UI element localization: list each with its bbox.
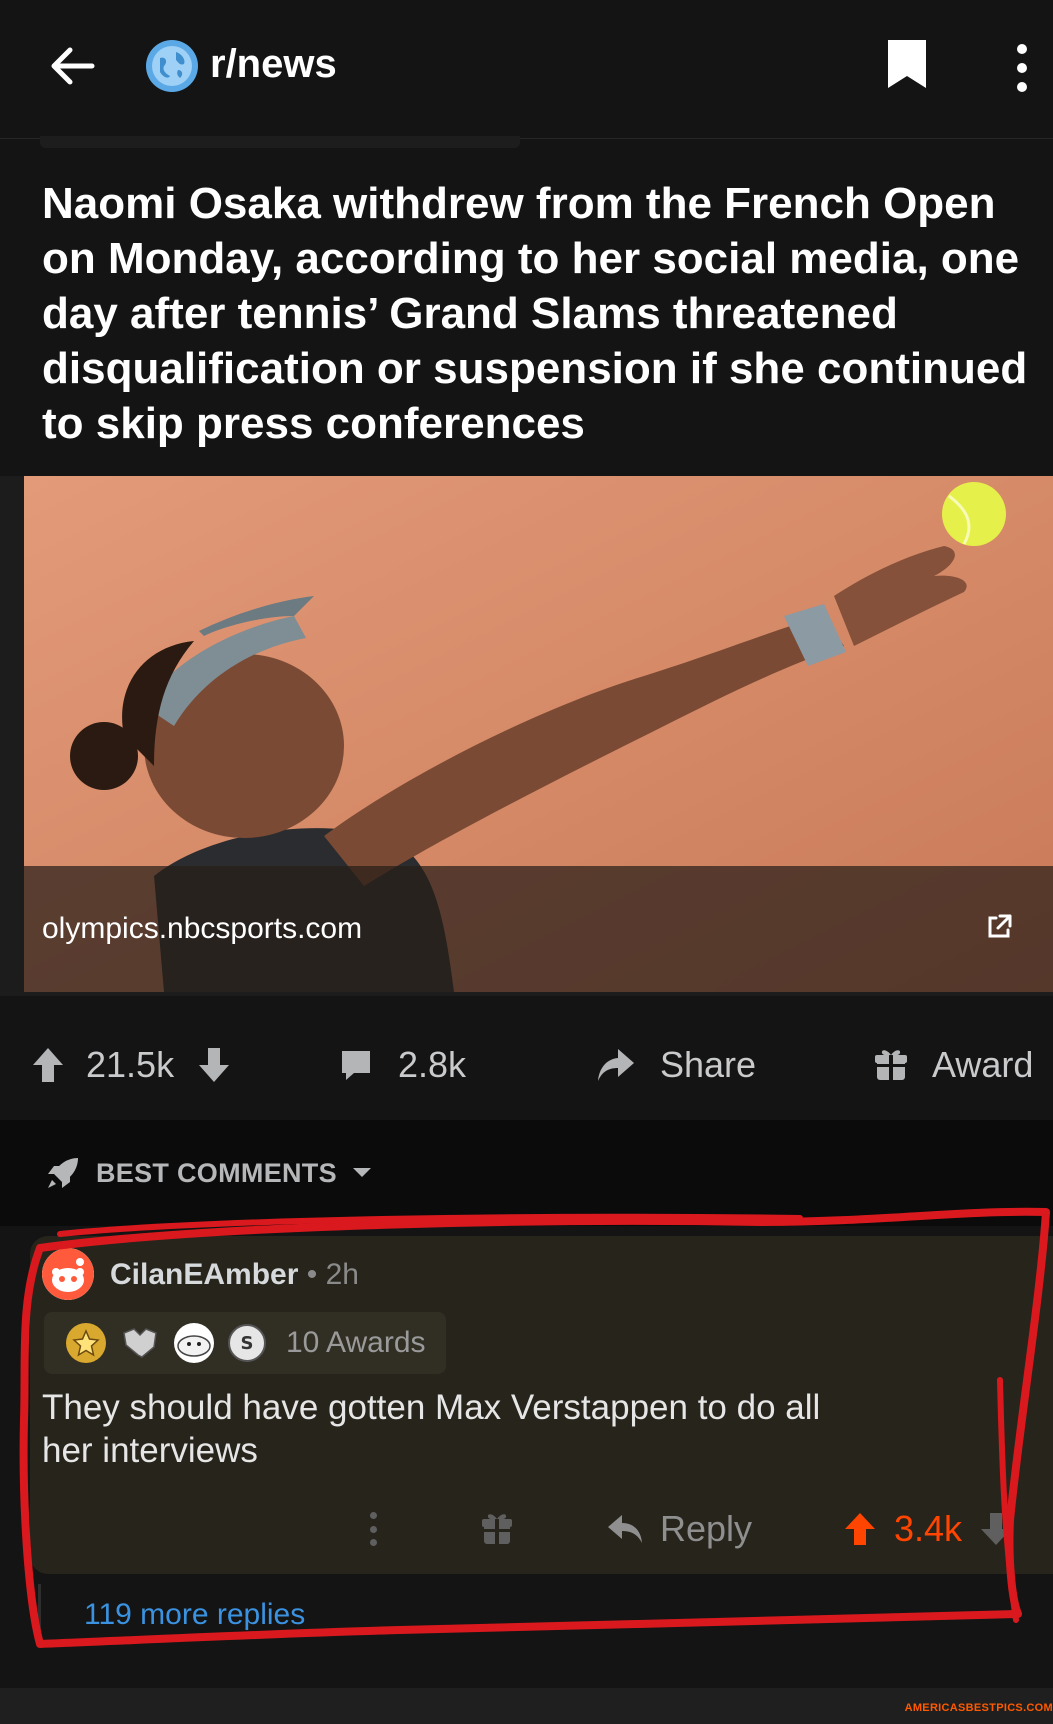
snoo-avatar-icon [42, 1248, 94, 1300]
watermark: AMERICASBESTPICS.COM [904, 1702, 1053, 1714]
subreddit-name[interactable]: r/news [210, 42, 337, 87]
downvote-icon[interactable] [196, 1045, 232, 1085]
link-card[interactable]: olympics.nbcsports.com [0, 476, 1053, 996]
comment-bubble-icon [342, 1051, 370, 1080]
back-arrow-icon [51, 47, 95, 85]
handshake-award-icon [120, 1323, 160, 1363]
upvote-icon[interactable] [30, 1045, 66, 1085]
back-button[interactable] [44, 38, 100, 94]
top-app-bar: r/news [0, 0, 1053, 139]
link-domain[interactable]: olympics.nbcsports.com [42, 912, 362, 946]
comment-author-line: CilanEAmber • 2h [110, 1258, 359, 1292]
silver-award-icon: S [228, 1324, 266, 1362]
comment-more-button[interactable] [366, 1512, 380, 1546]
share-arrow-icon [598, 1049, 634, 1081]
globe-icon[interactable] [146, 40, 198, 92]
post-vote-count: 21.5k [86, 1044, 175, 1085]
comment-age: 2h [325, 1258, 359, 1291]
awards-count: 10 Awards [286, 1326, 426, 1359]
reply-label: Reply [660, 1508, 753, 1549]
gift-icon [482, 1514, 512, 1544]
comments-button[interactable]: 2.8k [338, 1040, 466, 1090]
sort-label: BEST COMMENTS [96, 1157, 337, 1188]
comments-count: 2.8k [398, 1044, 467, 1085]
awards-row[interactable]: S 10 Awards [44, 1312, 446, 1374]
upvote-active-icon[interactable] [842, 1510, 878, 1548]
wholesome-award-icon [174, 1323, 214, 1363]
award-button[interactable]: Award [874, 1040, 1033, 1090]
thread-line [38, 1584, 41, 1644]
comment-award-button[interactable] [482, 1512, 512, 1551]
more-vertical-icon[interactable] [1002, 38, 1042, 98]
bookmark-button[interactable] [884, 36, 934, 96]
downvote-icon[interactable] [978, 1510, 1014, 1548]
comment: CilanEAmber • 2h S 10 Awards They should… [30, 1236, 1053, 1574]
separator-dot: • [298, 1258, 326, 1291]
avatar[interactable] [42, 1248, 94, 1300]
reply-arrow-icon [608, 1515, 642, 1543]
svg-text:S: S [241, 1333, 254, 1354]
chevron-down-icon [352, 1168, 371, 1177]
external-link-icon[interactable] [984, 912, 1014, 942]
gold-star-award-icon [66, 1323, 106, 1363]
rocket-icon [48, 1158, 78, 1188]
comment-vote-group: 3.4k [842, 1508, 1014, 1550]
divider [40, 136, 520, 148]
reply-button[interactable]: Reply [606, 1508, 752, 1550]
comment-body: They should have gotten Max Verstappen t… [42, 1388, 821, 1470]
more-replies-link[interactable]: 119 more replies [84, 1598, 305, 1632]
post-action-bar: 21.5k 2.8k Share Award [0, 1010, 1053, 1120]
bookmark-icon [888, 40, 926, 88]
comment-username[interactable]: CilanEAmber [110, 1258, 298, 1291]
award-label: Award [932, 1044, 1034, 1085]
post-vote-group: 21.5k [30, 1040, 232, 1090]
comment-vote-count: 3.4k [894, 1508, 963, 1549]
bottom-strip [0, 1688, 1053, 1724]
gift-icon [875, 1050, 907, 1080]
sort-dropdown[interactable]: BEST COMMENTS [44, 1154, 373, 1192]
post-title[interactable]: Naomi Osaka withdrew from the French Ope… [42, 176, 1032, 451]
share-label: Share [660, 1044, 757, 1085]
share-button[interactable]: Share [594, 1040, 756, 1090]
comment-sort-bar: BEST COMMENTS [0, 1120, 1053, 1226]
